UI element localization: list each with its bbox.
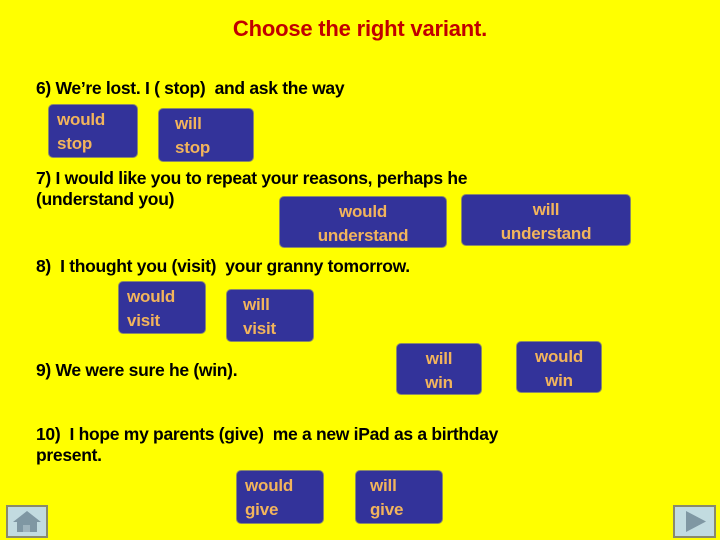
option-line2: visit bbox=[243, 319, 277, 339]
home-button[interactable] bbox=[6, 505, 48, 538]
option-line2: stop bbox=[175, 138, 211, 158]
option-line1: will bbox=[532, 200, 560, 219]
option-will-stop[interactable]: will stop bbox=[158, 108, 254, 162]
question-text-8: 8) I thought you (visit) your granny tom… bbox=[36, 256, 410, 276]
option-line1: will bbox=[425, 349, 453, 368]
option-line1: will bbox=[175, 114, 202, 133]
option-line2: win bbox=[545, 371, 573, 391]
option-line1: would bbox=[245, 476, 294, 495]
option-line1: would bbox=[338, 202, 388, 221]
option-line2: understand bbox=[500, 224, 592, 244]
option-line2: stop bbox=[57, 134, 93, 154]
option-would-win[interactable]: would win bbox=[516, 341, 602, 393]
page-title: Choose the right variant. bbox=[232, 16, 488, 41]
option-would-understand[interactable]: would understand bbox=[279, 196, 447, 248]
option-will-give[interactable]: will give bbox=[355, 470, 443, 524]
option-line2: visit bbox=[127, 311, 161, 331]
option-line1: would bbox=[57, 110, 106, 129]
next-button[interactable] bbox=[673, 505, 716, 538]
option-will-visit[interactable]: will visit bbox=[226, 289, 314, 342]
option-will-win[interactable]: will win bbox=[396, 343, 482, 395]
option-line1: will bbox=[243, 295, 270, 314]
option-would-visit[interactable]: would visit bbox=[118, 281, 206, 334]
slide-canvas: Choose the right variant. 6) We’re lost.… bbox=[0, 0, 720, 540]
option-line2: understand bbox=[317, 226, 409, 246]
option-line1: will bbox=[370, 476, 397, 495]
question-text-9: 9) We were sure he (win). bbox=[36, 360, 238, 380]
home-icon bbox=[8, 507, 46, 536]
question-text-10: 10) I hope my parents (give) me a new iP… bbox=[36, 424, 499, 466]
option-line2: win bbox=[425, 373, 453, 393]
option-line1: would bbox=[127, 287, 176, 306]
play-triangle-icon bbox=[675, 507, 714, 536]
option-line1: would bbox=[534, 347, 584, 366]
question-text-6: 6) We’re lost. I ( stop) and ask the way bbox=[36, 78, 345, 98]
option-will-understand[interactable]: will understand bbox=[461, 194, 631, 246]
option-line2: give bbox=[245, 500, 279, 520]
option-line2: give bbox=[370, 500, 404, 520]
option-would-stop[interactable]: would stop bbox=[48, 104, 138, 158]
option-would-give[interactable]: would give bbox=[236, 470, 324, 524]
